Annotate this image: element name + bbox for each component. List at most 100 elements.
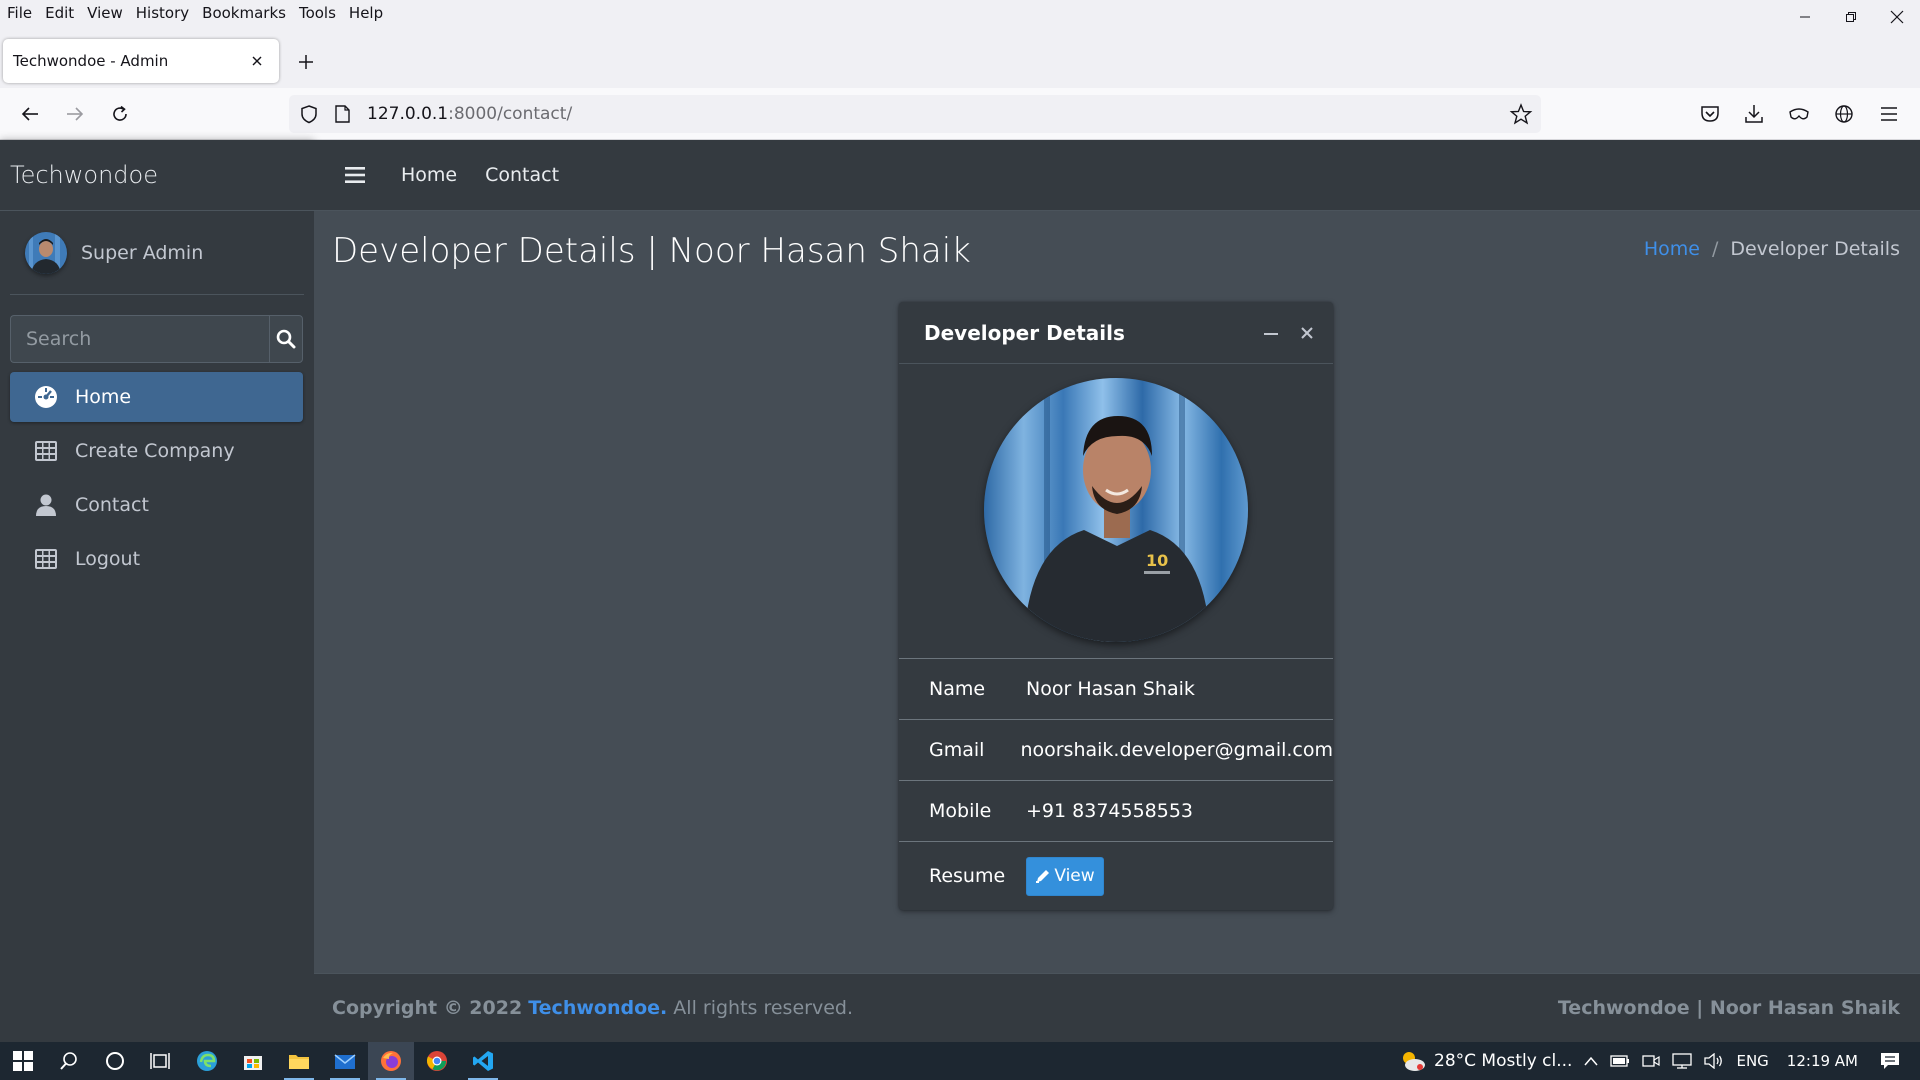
taskbar-mail[interactable]: [322, 1042, 368, 1080]
weather-widget[interactable]: 28°C Mostly cl...: [1400, 1050, 1572, 1072]
sidebar-toggle-button[interactable]: [337, 157, 373, 193]
menu-tools[interactable]: Tools: [292, 0, 342, 26]
url-text[interactable]: 127.0.0.1:8000/contact/: [367, 104, 1501, 124]
notifications-button[interactable]: [1880, 1052, 1900, 1070]
tab-close-button[interactable]: [243, 47, 271, 75]
windows-icon: [13, 1051, 33, 1071]
meet-now-indicator[interactable]: [1642, 1054, 1661, 1068]
search-icon: [60, 1052, 77, 1070]
task-view-button[interactable]: [138, 1042, 184, 1080]
content-wrapper: Developer Details | Noor Hasan Shaik Hom…: [314, 211, 1920, 973]
language-indicator[interactable]: ENG: [1736, 1052, 1768, 1070]
start-button[interactable]: [0, 1042, 46, 1080]
breadcrumb-home-link[interactable]: Home: [1644, 238, 1700, 260]
app-menu-button[interactable]: [1873, 98, 1905, 130]
footer-techwondoe-link[interactable]: Techwondoe.: [528, 997, 667, 1019]
footer-copyright-suffix: All rights reserved.: [673, 997, 853, 1019]
menu-edit[interactable]: Edit: [38, 0, 80, 26]
detail-label: Resume: [929, 865, 1006, 887]
detail-row-mobile: Mobile +91 8374558553: [899, 781, 1333, 842]
menu-history[interactable]: History: [129, 0, 195, 26]
pocket-button[interactable]: [1694, 98, 1726, 130]
new-tab-button[interactable]: [290, 46, 322, 78]
taskbar-file-explorer[interactable]: [276, 1042, 322, 1080]
topnav-contact-link[interactable]: Contact: [485, 164, 559, 186]
taskbar-vscode[interactable]: [460, 1042, 506, 1080]
menu-view[interactable]: View: [80, 0, 129, 26]
back-button[interactable]: [14, 98, 46, 130]
system-tray: 28°C Mostly cl... ENG 12:19 AM: [1394, 1042, 1920, 1080]
pencil-icon: [1036, 870, 1050, 883]
search-button[interactable]: [269, 315, 303, 363]
sidebar-item-contact[interactable]: Contact: [10, 480, 303, 530]
sidebar-item-label: Contact: [75, 494, 149, 516]
extensions-button[interactable]: [1783, 98, 1815, 130]
battery-indicator[interactable]: [1610, 1055, 1630, 1067]
reload-button[interactable]: [104, 98, 136, 130]
taskbar-search-button[interactable]: [46, 1042, 92, 1080]
globe-button[interactable]: [1828, 98, 1860, 130]
mail-icon: [334, 1054, 356, 1069]
collapse-card-button[interactable]: [1253, 315, 1289, 351]
user-name[interactable]: Super Admin: [81, 242, 203, 264]
folder-icon: [289, 1055, 309, 1069]
search-icon: [276, 329, 296, 349]
menu-bookmarks[interactable]: Bookmarks: [195, 0, 292, 26]
cortana-button[interactable]: [92, 1042, 138, 1080]
sidebar-item-create-company[interactable]: Create Company: [10, 426, 303, 476]
taskbar-firefox[interactable]: [368, 1042, 414, 1080]
detail-row-resume: Resume View: [899, 842, 1333, 910]
view-resume-button[interactable]: View: [1026, 856, 1104, 896]
sidebar-item-logout[interactable]: Logout: [10, 534, 303, 584]
downloads-button[interactable]: [1738, 98, 1770, 130]
network-indicator[interactable]: [1672, 1053, 1693, 1069]
taskbar-store[interactable]: [230, 1042, 276, 1080]
sidebar-search: [10, 315, 303, 363]
browser-tab[interactable]: Techwondoe - Admin: [3, 39, 279, 83]
footer-copyright-prefix: Copyright © 2022: [332, 997, 523, 1019]
taskbar-chrome[interactable]: [414, 1042, 460, 1080]
clock[interactable]: 12:19 AM: [1787, 1052, 1858, 1070]
svg-text:10: 10: [1146, 551, 1168, 570]
network-icon: [1672, 1053, 1693, 1069]
url-path: :8000/contact/: [448, 104, 573, 124]
taskbar-edge[interactable]: [184, 1042, 230, 1080]
remove-card-button[interactable]: [1289, 315, 1325, 351]
search-input[interactable]: [10, 315, 269, 363]
url-bar[interactable]: 127.0.0.1:8000/contact/: [289, 95, 1541, 133]
edge-icon: [197, 1051, 217, 1071]
tray-overflow-button[interactable]: [1584, 1056, 1599, 1066]
hamburger-icon: [345, 167, 365, 183]
menu-help[interactable]: Help: [342, 0, 389, 26]
table-icon: [33, 438, 59, 464]
profile-photo-section: 10: [899, 364, 1333, 659]
minimize-icon: [1800, 16, 1810, 18]
breadcrumb-current: Developer Details: [1730, 238, 1900, 260]
task-view-icon: [150, 1053, 170, 1069]
detail-row-name: Name Noor Hasan Shaik: [899, 659, 1333, 720]
mask-icon: [1789, 108, 1809, 120]
footer-copyright: Copyright © 2022 Techwondoe. All rights …: [332, 997, 853, 1019]
detail-value-name: Noor Hasan Shaik: [1026, 678, 1195, 700]
close-icon: [1890, 10, 1904, 24]
brand-link[interactable]: Techwondoe: [0, 140, 314, 211]
brand-text: Techwondoe: [10, 161, 158, 189]
topnav-home-link[interactable]: Home: [401, 164, 457, 186]
menu-file[interactable]: File: [0, 0, 38, 26]
close-icon: [1301, 326, 1313, 339]
sidebar-item-home[interactable]: Home: [10, 372, 303, 422]
browser-menubar: File Edit View History Bookmarks Tools H…: [0, 0, 1920, 26]
weather-text: 28°C Mostly cl...: [1434, 1051, 1573, 1071]
volume-indicator[interactable]: [1704, 1053, 1724, 1069]
detail-value-gmail: noorshaik.developer@gmail.com: [1020, 739, 1333, 761]
cortana-icon: [106, 1052, 124, 1070]
bookmark-star-icon[interactable]: [1501, 95, 1541, 133]
breadcrumb: Home / Developer Details: [1644, 238, 1900, 260]
detail-row-gmail: Gmail noorshaik.developer@gmail.com: [899, 720, 1333, 781]
table-icon: [33, 546, 59, 572]
view-resume-label: View: [1054, 866, 1095, 886]
detail-value-resume: View: [1026, 856, 1333, 896]
forward-button[interactable]: [59, 98, 91, 130]
url-host: 127.0.0.1: [367, 104, 449, 124]
browser-navbar: 127.0.0.1:8000/contact/: [0, 88, 1920, 140]
